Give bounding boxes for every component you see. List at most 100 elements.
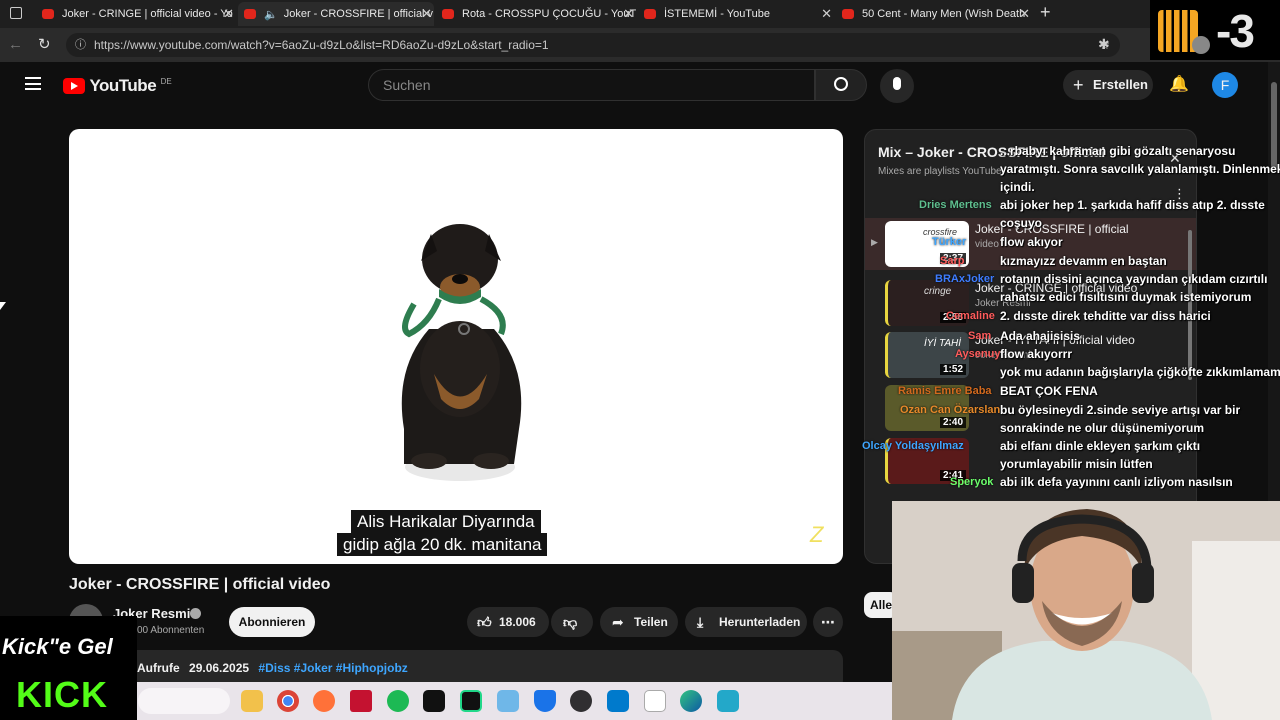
- avatar[interactable]: F: [1212, 72, 1238, 98]
- youtube-favicon-icon: [644, 9, 656, 19]
- thumbnail-label: cringe: [924, 286, 952, 297]
- obs-icon[interactable]: [570, 690, 592, 712]
- app-icon[interactable]: [497, 690, 519, 712]
- file-explorer-icon[interactable]: [241, 690, 263, 712]
- firefox-icon[interactable]: [313, 690, 335, 712]
- youtube-logo[interactable]: YouTube DE: [63, 76, 172, 96]
- back-icon[interactable]: ←: [8, 36, 23, 53]
- tab-label: İSTEMEMİ - YouTube: [664, 8, 770, 20]
- video-watermark: Z: [810, 522, 824, 547]
- tab-rota[interactable]: Rota - CROSSPU ÇOCUĞU - YouT ✕: [436, 2, 636, 26]
- chat-message: sonrakinde ne olur düşünemiyorum: [1000, 421, 1205, 435]
- youtube-favicon-icon: [244, 9, 256, 19]
- reload-icon[interactable]: ↻: [38, 35, 51, 53]
- chat-username: Dries Mertens: [919, 199, 992, 211]
- download-icon: ⤓: [697, 614, 704, 630]
- share-icon: ➦: [612, 614, 624, 630]
- pycharm-icon[interactable]: [460, 690, 482, 712]
- chat-message: rotanın dissini açınca yayından çıkıdam …: [1000, 272, 1268, 286]
- tab-cringe[interactable]: Joker - CRINGE | official video - Yo ✕: [36, 2, 236, 26]
- extensions-icon[interactable]: ✱: [1098, 36, 1110, 53]
- create-label: Erstellen: [1093, 77, 1148, 92]
- notifications-bell-icon[interactable]: 🔔: [1169, 74, 1189, 94]
- video-duration: 2:40: [939, 417, 966, 428]
- chat-message: flow akıyor: [1000, 235, 1063, 249]
- capcut-icon[interactable]: [423, 690, 445, 712]
- avatar-icon: [1192, 36, 1210, 54]
- playlist-scrollbar[interactable]: [1188, 230, 1192, 380]
- playlist-item-channel: video: [975, 239, 999, 250]
- kick-promo-text: Kick"e Gel: [2, 634, 113, 659]
- url-field[interactable]: ⓘ https://www.youtube.com/watch?v=6aoZu-…: [66, 33, 1120, 57]
- playlist-item-title: Joker - CROSSFIRE | official: [975, 222, 1129, 236]
- youtube-favicon-icon: [442, 9, 454, 19]
- chat-message: rahatsız edici fısıltısını duymak istemi…: [1000, 290, 1252, 304]
- close-icon[interactable]: ✕: [821, 6, 832, 22]
- rottweiler-image: [401, 224, 522, 481]
- close-icon[interactable]: ✕: [223, 6, 234, 22]
- taskbar-search-box[interactable]: [138, 688, 230, 714]
- tab-crossfire[interactable]: 🔈 Joker - CROSSFIRE | official v ✕: [238, 2, 434, 26]
- share-button[interactable]: ➦ Teilen: [600, 607, 678, 637]
- chat-username: Ramis Emre Baba: [898, 385, 992, 397]
- stream-logo: -3: [1150, 0, 1280, 60]
- search-input[interactable]: Suchen: [368, 69, 815, 101]
- tab-50cent[interactable]: 50 Cent - Many Men (Wish Death ✕: [836, 2, 1032, 26]
- microphone-button[interactable]: [880, 69, 914, 103]
- site-info-icon[interactable]: ⓘ: [75, 33, 86, 57]
- hashtags[interactable]: #Diss #Joker #Hiphopjobz: [258, 661, 407, 675]
- tab-actions-icon[interactable]: [10, 7, 22, 19]
- defender-icon[interactable]: [534, 690, 556, 712]
- speaker-icon[interactable]: 🔈: [264, 8, 278, 21]
- video-title: Joker - CROSSFIRE | official video: [69, 576, 331, 593]
- subscriber-count: 00 Abonnenten: [137, 625, 205, 636]
- search-icon: [834, 77, 848, 91]
- like-button[interactable]: 👍︎ 18.006: [467, 607, 549, 637]
- webcam-feed-image: [892, 501, 1280, 720]
- tab-label: Joker - CRINGE | official video - Yo: [62, 8, 233, 20]
- notepad-icon[interactable]: [644, 690, 666, 712]
- kaspersky-icon[interactable]: [350, 690, 372, 712]
- edge-icon[interactable]: [680, 690, 702, 712]
- video-player[interactable]: Alis Harikalar Diyarında gidip ağla 20 d…: [69, 129, 843, 564]
- menu-icon[interactable]: [25, 77, 41, 90]
- close-icon[interactable]: ✕: [1019, 6, 1030, 22]
- notes-icon[interactable]: [717, 690, 739, 712]
- search-button[interactable]: [815, 69, 867, 101]
- chat-username: BRAxJoker: [935, 273, 995, 285]
- dislike-button[interactable]: 👎︎: [551, 607, 593, 637]
- chat-message: ...rbabyı kahraman gibi gözaltı senaryos…: [1000, 144, 1236, 158]
- create-button[interactable]: + Erstellen: [1063, 70, 1153, 100]
- chrome-icon[interactable]: [277, 690, 299, 712]
- spotify-icon[interactable]: [387, 690, 409, 712]
- tab-label: Rota - CROSSPU ÇOCUĞU - YouT: [462, 8, 636, 20]
- region-code: DE: [160, 76, 172, 86]
- close-icon[interactable]: ✕: [623, 6, 634, 22]
- subscribe-button[interactable]: Abonnieren: [229, 607, 315, 637]
- chat-message: BEAT ÇOK FENA: [1000, 384, 1098, 398]
- chat-message: flow akıyorrr: [1000, 347, 1073, 361]
- mouse-cursor-icon: [0, 302, 6, 310]
- chat-message: içindi.: [1000, 180, 1035, 194]
- tab-istememi[interactable]: İSTEMEMİ - YouTube ✕: [638, 2, 834, 26]
- now-playing-icon: ▶: [871, 237, 878, 247]
- chat-message: yaratmıştı. Sonra savcılık yalanlamıştı.…: [1000, 162, 1280, 176]
- close-icon[interactable]: ✕: [421, 6, 432, 22]
- chat-message: abi elfanı dinle ekleyen şarkım çıktı: [1000, 439, 1201, 453]
- youtube-play-icon: [63, 78, 85, 94]
- more-actions-button[interactable]: ⋯: [813, 607, 843, 637]
- chat-message: 2. dısste direk tehditte var diss harici: [1000, 309, 1211, 323]
- chat-message: abi joker hep 1. şarkıda hafif diss atıp…: [1000, 198, 1265, 212]
- thumbs-down-icon: 👎︎: [563, 614, 578, 630]
- page-scrollbar[interactable]: [1268, 62, 1280, 502]
- download-button[interactable]: ⤓ Herunterladen: [685, 607, 807, 637]
- vscode-icon[interactable]: [607, 690, 629, 712]
- stream-logo-number: -3: [1216, 5, 1255, 57]
- new-tab-button[interactable]: +: [1040, 2, 1051, 23]
- youtube-favicon-icon: [842, 9, 854, 19]
- url-text: https://www.youtube.com/watch?v=6aoZu-d9…: [94, 38, 549, 52]
- verified-icon: [190, 608, 201, 619]
- chat-username: Cemaline: [946, 310, 995, 322]
- chat-username: Türker: [932, 236, 967, 248]
- browser-tab-strip: Joker - CRINGE | official video - Yo ✕ 🔈 J…: [0, 0, 1280, 28]
